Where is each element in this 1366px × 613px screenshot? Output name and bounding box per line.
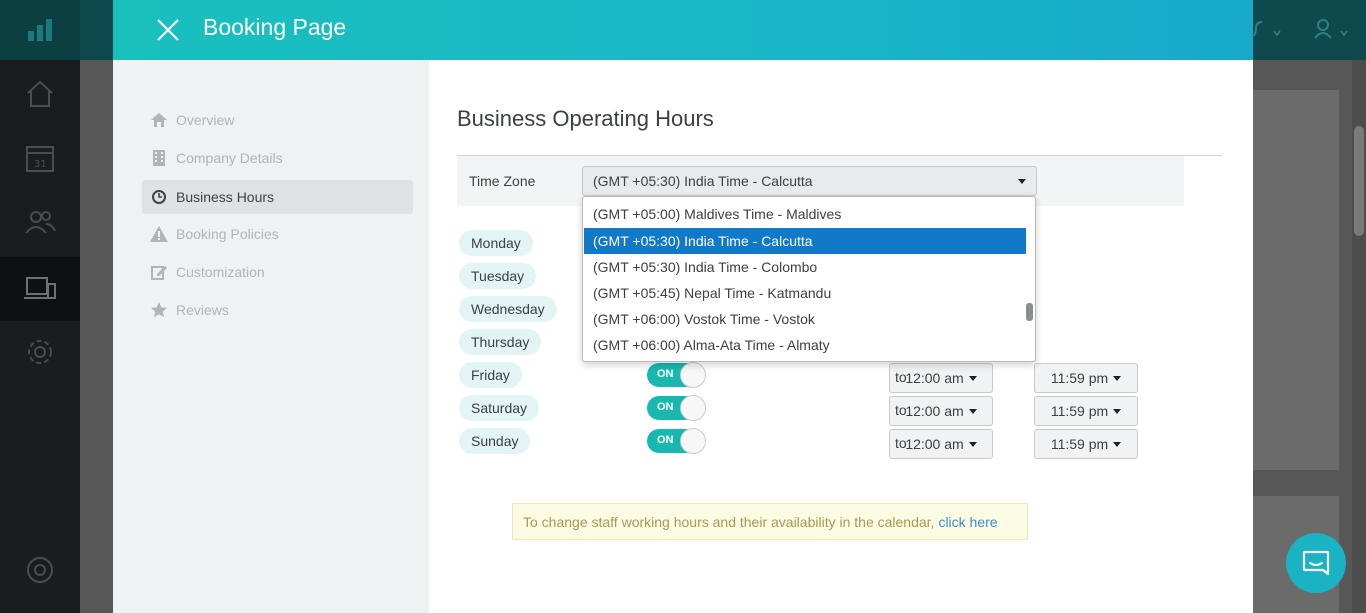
end-time-value: 11:59 pm bbox=[1050, 436, 1109, 452]
caret-down-icon bbox=[1113, 441, 1122, 447]
page-scrollbar-thumb[interactable] bbox=[1354, 126, 1364, 236]
dropdown-scrollbar[interactable] bbox=[1026, 197, 1034, 361]
settings-sidebar: Overview Company Details Business Hours … bbox=[113, 60, 429, 613]
toggle-label: ON bbox=[657, 434, 674, 446]
notice-text: To change staff working hours and their … bbox=[523, 513, 935, 530]
end-time-friday[interactable]: 11:59 pm bbox=[1034, 363, 1138, 393]
home-icon bbox=[150, 111, 168, 129]
timezone-option[interactable]: (GMT +05:45) Nepal Time - Katmandu bbox=[584, 280, 1026, 306]
day-label-friday: Friday bbox=[459, 362, 522, 388]
sidebar-item-booking-policies[interactable]: Booking Policies bbox=[142, 217, 413, 251]
to-label: to bbox=[895, 435, 907, 451]
chat-icon bbox=[1302, 550, 1330, 576]
sidebar-item-reviews[interactable]: Reviews bbox=[142, 293, 413, 327]
bell-icon[interactable] bbox=[1252, 20, 1284, 40]
caret-down-icon bbox=[1018, 179, 1026, 184]
sidebar-item-business-hours[interactable]: Business Hours bbox=[142, 180, 413, 214]
sidebar-item-label: Business Hours bbox=[176, 189, 275, 205]
modal-title: Booking Page bbox=[203, 14, 347, 40]
timezone-select[interactable]: (GMT +05:30) India Time - Calcutta bbox=[582, 166, 1037, 196]
end-time-sunday[interactable]: 11:59 pm bbox=[1034, 429, 1138, 459]
caret-down-icon bbox=[968, 375, 977, 381]
sidebar-item-company-details[interactable]: Company Details bbox=[142, 141, 413, 175]
sidebar-item-label: Booking Policies bbox=[176, 226, 279, 242]
timezone-option[interactable]: (GMT +05:00) Maldives Time - Maldives bbox=[584, 201, 1026, 227]
sidebar-item-label: Reviews bbox=[176, 302, 229, 318]
start-time-value: 12:00 am bbox=[905, 436, 964, 452]
caret-down-icon bbox=[968, 408, 977, 414]
end-time-value: 11:59 pm bbox=[1050, 370, 1109, 386]
sidebar-item-label: Overview bbox=[176, 112, 235, 128]
sidebar-item-customization[interactable]: Customization bbox=[142, 255, 413, 289]
day-label-thursday: Thursday bbox=[459, 329, 542, 355]
app-sidebar: 31 bbox=[0, 60, 80, 613]
toggle-knob bbox=[680, 395, 706, 421]
day-label-saturday: Saturday bbox=[459, 395, 540, 421]
toggle-sunday[interactable]: ON bbox=[647, 428, 706, 454]
timezone-option-selected[interactable]: (GMT +05:30) India Time - Calcutta bbox=[584, 228, 1026, 254]
toggle-friday[interactable]: ON bbox=[647, 362, 706, 388]
app-nav-home[interactable] bbox=[0, 62, 80, 126]
page-scrollbar[interactable] bbox=[1352, 60, 1366, 613]
start-time-value: 12:00 am bbox=[905, 403, 964, 419]
start-time-value: 12:00 am bbox=[905, 370, 964, 386]
close-icon[interactable] bbox=[155, 17, 181, 43]
toggle-label: ON bbox=[657, 368, 674, 380]
app-nav-help[interactable] bbox=[0, 538, 80, 602]
edit-icon bbox=[150, 263, 168, 281]
timezone-option[interactable]: (GMT +05:30) India Time - Colombo bbox=[584, 254, 1026, 280]
day-label-tuesday: Tuesday bbox=[459, 263, 537, 289]
sidebar-item-label: Company Details bbox=[176, 150, 283, 166]
to-label: to bbox=[895, 369, 907, 385]
warning-icon bbox=[150, 225, 168, 243]
star-icon bbox=[150, 301, 168, 319]
timezone-label: Time Zone bbox=[469, 173, 536, 189]
logo-icon bbox=[28, 19, 52, 41]
end-time-saturday[interactable]: 11:59 pm bbox=[1034, 396, 1138, 426]
users-icon bbox=[25, 211, 56, 234]
app-nav-online-booking[interactable] bbox=[0, 257, 80, 321]
end-time-value: 11:59 pm bbox=[1050, 403, 1109, 419]
clock-icon bbox=[150, 188, 168, 206]
sidebar-item-label: Customization bbox=[176, 264, 265, 280]
timezone-dropdown-list[interactable]: (GMT +05:00) Maldives Time - Maldives (G… bbox=[582, 196, 1036, 362]
lifebuoy-icon bbox=[27, 557, 53, 583]
toggle-saturday[interactable]: ON bbox=[647, 395, 706, 421]
sidebar-item-overview[interactable]: Overview bbox=[142, 103, 413, 137]
laptop-icon bbox=[24, 277, 56, 299]
building-icon bbox=[150, 149, 168, 167]
caret-down-icon bbox=[1113, 375, 1122, 381]
toggle-knob bbox=[680, 362, 706, 388]
gear-icon bbox=[28, 340, 52, 364]
timezone-select-value: (GMT +05:30) India Time - Calcutta bbox=[593, 173, 813, 189]
click-here-link[interactable]: click here bbox=[938, 514, 997, 530]
app-nav-calendar[interactable]: 31 bbox=[0, 126, 80, 190]
home-icon bbox=[27, 80, 53, 107]
timezone-option[interactable]: (GMT +06:00) Vostok Time - Vostok bbox=[584, 306, 1026, 332]
caret-down-icon bbox=[1113, 408, 1122, 414]
dropdown-scrollbar-thumb[interactable] bbox=[1026, 303, 1033, 321]
calendar-icon: 31 bbox=[26, 146, 54, 172]
to-label: to bbox=[895, 402, 907, 418]
section-title: Business Operating Hours bbox=[457, 106, 714, 131]
user-menu-icon[interactable] bbox=[1313, 18, 1353, 40]
background-card bbox=[1253, 90, 1339, 470]
modal-header: Booking Page bbox=[113, 0, 1253, 60]
app-logo[interactable] bbox=[0, 0, 80, 60]
day-label-monday: Monday bbox=[459, 230, 533, 256]
toggle-label: ON bbox=[657, 401, 674, 413]
app-nav-customers[interactable] bbox=[0, 190, 80, 254]
toggle-knob bbox=[680, 428, 706, 454]
day-label-sunday: Sunday bbox=[459, 428, 531, 454]
caret-down-icon bbox=[968, 441, 977, 447]
app-nav-settings[interactable] bbox=[0, 320, 80, 384]
timezone-option[interactable]: (GMT +06:00) Alma-Ata Time - Almaty bbox=[584, 332, 1026, 358]
day-label-wednesday: Wednesday bbox=[459, 296, 557, 322]
chat-launcher-button[interactable] bbox=[1286, 533, 1346, 593]
svg-text:31: 31 bbox=[34, 159, 47, 170]
staff-hours-notice: To change staff working hours and their … bbox=[512, 503, 1028, 540]
